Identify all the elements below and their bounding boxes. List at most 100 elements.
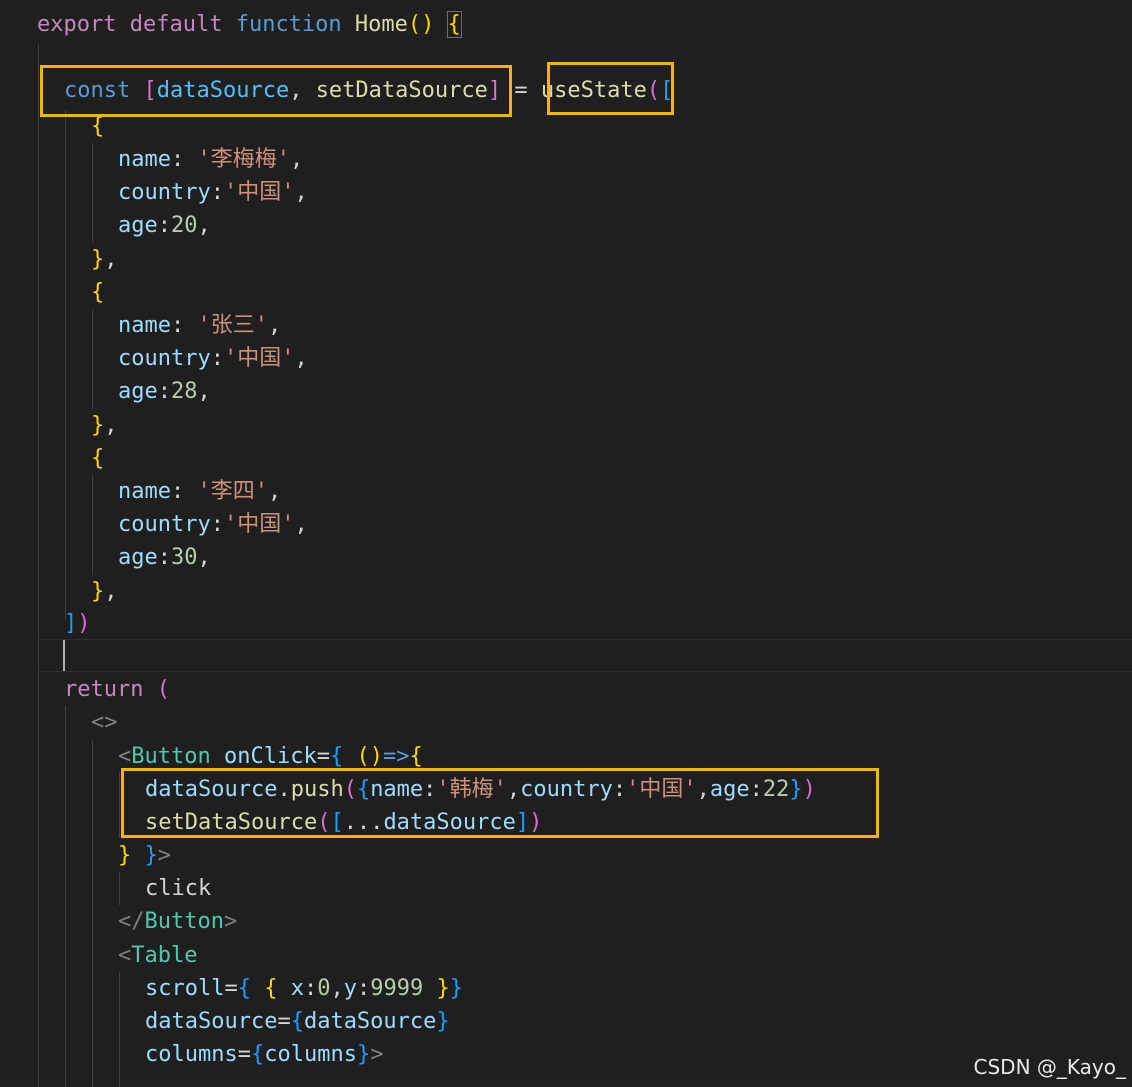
code-line[interactable]: name: '李梅梅',: [118, 143, 303, 176]
code-editor[interactable]: export default function Home() { const […: [0, 0, 1132, 1087]
code-line[interactable]: export default function Home() {: [37, 8, 462, 41]
property: country: [118, 512, 211, 537]
code-line[interactable]: {: [91, 442, 104, 475]
brace: }: [91, 247, 105, 272]
property: country: [118, 180, 211, 205]
jsx-bracket: >: [370, 1042, 384, 1067]
brace: {: [91, 280, 105, 305]
indent-guide: [65, 110, 66, 620]
code-line[interactable]: },: [91, 409, 118, 442]
brace: }: [91, 413, 105, 438]
string: '中国': [223, 180, 295, 205]
number: 0: [317, 976, 331, 1001]
indent-guide: [92, 143, 93, 243]
code-line[interactable]: {: [91, 276, 104, 309]
indent-guide: [92, 740, 93, 1087]
code-line[interactable]: age:30,: [118, 541, 211, 574]
code-line[interactable]: name: '李四',: [118, 475, 281, 508]
code-line[interactable]: country:'中国',: [118, 508, 308, 541]
punctuation: ,: [294, 346, 308, 371]
brace: {: [250, 1042, 265, 1067]
string: '张三': [197, 313, 268, 338]
operator: =: [316, 744, 330, 769]
highlight-box-onclick-body: [121, 768, 879, 838]
punctuation: :: [157, 213, 171, 238]
operator: =: [277, 1009, 291, 1034]
string: '李梅梅': [197, 147, 290, 172]
code-line[interactable]: <Table: [118, 939, 197, 972]
arrow-operator: =>: [382, 744, 410, 769]
punctuation: ,: [267, 313, 282, 338]
brace: }: [91, 579, 105, 604]
indent-guide: [119, 972, 120, 1087]
code-line[interactable]: } }>: [118, 839, 171, 872]
bracket: ]: [64, 611, 78, 636]
code-line[interactable]: age:20,: [118, 209, 211, 242]
paren: ): [77, 611, 91, 636]
punctuation: ,: [267, 479, 282, 504]
paren: (: [156, 677, 170, 702]
punctuation: ,: [104, 579, 118, 604]
punctuation: :: [157, 379, 171, 404]
current-line-highlight: [38, 639, 1132, 672]
string: '李四': [197, 479, 268, 504]
jsx-bracket: >: [223, 909, 238, 934]
jsx-fragment: <>: [91, 710, 118, 735]
punctuation: ,: [197, 379, 211, 404]
punctuation: :: [210, 512, 224, 537]
punctuation: ,: [294, 512, 308, 537]
code-line[interactable]: ]): [64, 607, 91, 640]
brace: {: [290, 1009, 304, 1034]
property: age: [118, 213, 158, 238]
code-line[interactable]: scroll={ { x:0,y:9999 }}: [145, 972, 463, 1005]
punctuation: :: [210, 346, 224, 371]
function-name: Home: [354, 12, 408, 37]
brace: {: [409, 744, 423, 769]
code-line[interactable]: click: [145, 872, 211, 905]
storage-keyword: function: [235, 12, 342, 37]
keyword: default: [129, 12, 223, 37]
code-line[interactable]: return (: [64, 673, 170, 706]
punctuation: ,: [104, 413, 118, 438]
brace: }: [436, 1009, 450, 1034]
punctuation: :: [210, 180, 224, 205]
jsx-bracket: </: [118, 909, 145, 934]
punctuation: ,: [104, 247, 118, 272]
keyword: export: [37, 12, 117, 37]
paren: (): [356, 744, 383, 769]
code-line[interactable]: country:'中国',: [118, 342, 308, 375]
operator: =: [514, 78, 528, 103]
number: 28: [171, 379, 198, 404]
string: '中国': [223, 346, 295, 371]
brace: {: [264, 976, 278, 1001]
code-line[interactable]: },: [91, 243, 118, 276]
brace: {: [446, 11, 462, 38]
code-line[interactable]: <>: [91, 706, 118, 739]
code-line[interactable]: columns={columns}>: [145, 1038, 383, 1071]
jsx-attribute: dataSource: [145, 1009, 278, 1034]
punctuation: ,: [294, 180, 308, 205]
property: y: [343, 976, 357, 1001]
watermark: CSDN @_Kayo_: [973, 1055, 1126, 1079]
property: name: [118, 313, 171, 338]
code-line[interactable]: age:28,: [118, 375, 211, 408]
string: '中国': [223, 512, 295, 537]
jsx-bracket: <: [118, 943, 132, 968]
code-line[interactable]: dataSource={dataSource}: [145, 1005, 450, 1038]
code-line[interactable]: </Button>: [118, 905, 237, 938]
indent-guide: [92, 475, 93, 575]
code-line[interactable]: country:'中国',: [118, 176, 308, 209]
punctuation: ,: [289, 147, 304, 172]
indent-guide: [119, 872, 120, 905]
brace: {: [91, 446, 105, 471]
variable: columns: [264, 1042, 357, 1067]
property: x: [290, 976, 304, 1001]
component-name: Button: [131, 744, 211, 769]
number: 9999: [370, 976, 424, 1001]
brace: }: [118, 843, 132, 868]
brace: }: [144, 843, 158, 868]
code-line[interactable]: },: [91, 575, 118, 608]
jsx-attribute: columns: [145, 1042, 238, 1067]
code-line[interactable]: name: '张三',: [118, 309, 281, 342]
brace: }: [356, 1042, 371, 1067]
